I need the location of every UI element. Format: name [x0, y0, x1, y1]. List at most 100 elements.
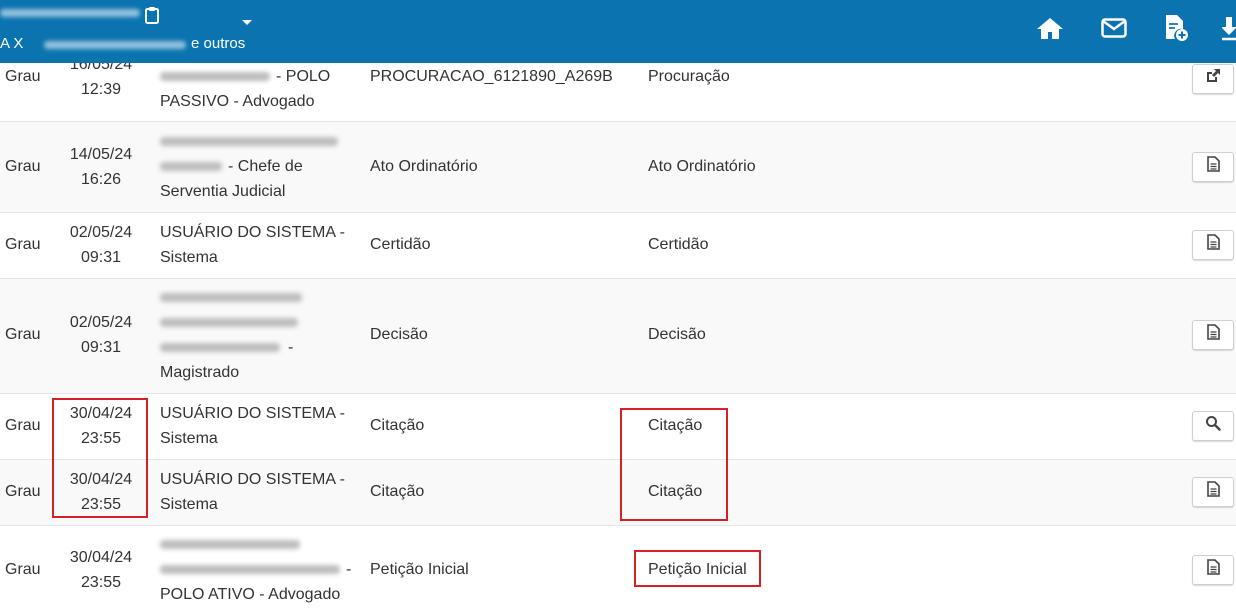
download-icon [1222, 16, 1236, 44]
redacted-name [160, 162, 222, 172]
top-header-bar: A X e outros [0, 0, 1236, 63]
external-link-icon [1205, 67, 1221, 92]
redacted-name [160, 318, 298, 328]
author-line: USUÁRIO DO SISTEMA - [160, 471, 345, 488]
author-cell: - Magistrado [160, 285, 365, 385]
time-text: 23:55 [80, 574, 122, 591]
date-cell: 02/05/24 09:31 [58, 310, 144, 360]
date-text: 02/05/24 [69, 314, 133, 331]
view-document-button[interactable] [1192, 555, 1234, 585]
grau-cell: Grau [5, 561, 41, 578]
type-cell: Citação [648, 417, 703, 434]
search-document-button[interactable] [1192, 411, 1234, 441]
author-line: Sistema [160, 430, 218, 447]
grau-cell: Grau [5, 326, 41, 343]
document-icon [1206, 558, 1220, 583]
author-line: - [346, 561, 352, 578]
time-text: 23:55 [80, 430, 122, 447]
document-link[interactable]: Citação [370, 413, 424, 438]
document-icon [1206, 155, 1220, 180]
date-text: 30/04/24 [69, 549, 133, 566]
author-cell: USUÁRIO DO SISTEMA - Sistema [160, 401, 365, 451]
caret-down-icon[interactable] [242, 20, 252, 25]
time-text: 23:55 [80, 496, 122, 513]
document-icon [1206, 323, 1220, 348]
view-document-button[interactable] [1192, 152, 1234, 182]
author-line: Sistema [160, 249, 218, 266]
view-document-button[interactable] [1192, 230, 1234, 260]
date-text: 02/05/24 [69, 224, 133, 241]
document-icon [1206, 480, 1220, 505]
author-line: POLO ATIVO - Advogado [160, 586, 341, 603]
new-document-button[interactable] [1162, 14, 1192, 47]
redacted-name [160, 343, 280, 353]
home-icon [1036, 16, 1064, 45]
table-row[interactable]: Grau 14/05/24 16:26 - Chefe de Serventia… [0, 122, 1236, 213]
table-row[interactable]: Grau 02/05/24 09:31 - Magistrado Decisão… [0, 279, 1236, 394]
author-cell: - Chefe de Serventia Judicial [160, 129, 365, 204]
date-cell: 14/05/24 16:26 [58, 142, 144, 192]
table-row[interactable]: Grau 02/05/24 09:31 USUÁRIO DO SISTEMA -… [0, 213, 1236, 279]
messages-button[interactable] [1099, 16, 1129, 44]
date-text: 30/04/24 [69, 471, 133, 488]
document-link[interactable]: Decisão [370, 322, 428, 347]
document-link[interactable]: Petição Inicial [370, 557, 469, 582]
clipboard-icon[interactable] [144, 6, 160, 24]
author-line: USUÁRIO DO SISTEMA - [160, 405, 345, 422]
redacted-process-number [0, 9, 140, 17]
date-cell: 30/04/24 23:55 [58, 545, 144, 595]
document-link[interactable]: Ato Ordinatório [370, 154, 478, 179]
redacted-name [160, 72, 270, 82]
home-button[interactable] [1035, 16, 1065, 44]
grau-cell: Grau [5, 417, 41, 434]
search-icon [1205, 414, 1221, 439]
author-cell: USUÁRIO DO SISTEMA - Sistema [160, 467, 365, 517]
author-line: Magistrado [160, 364, 240, 381]
download-button[interactable] [1222, 16, 1236, 44]
time-text: 09:31 [80, 339, 122, 356]
table-row[interactable]: Grau 30/04/24 23:55 USUÁRIO DO SISTEMA -… [0, 460, 1236, 526]
view-document-button[interactable] [1192, 320, 1234, 350]
date-cell: 30/04/24 23:55 [58, 467, 144, 517]
time-text: 16:26 [80, 171, 122, 188]
type-cell: Decisão [648, 326, 706, 343]
date-text: 30/04/24 [69, 405, 133, 422]
type-cell: Citação [648, 483, 703, 500]
table-row[interactable]: Grau 30/04/24 23:55 - POLO ATIVO - Advog… [0, 526, 1236, 616]
party-prefix: A X [0, 35, 24, 52]
view-document-button[interactable] [1192, 477, 1234, 507]
table-row[interactable]: Grau 30/04/24 23:55 USUÁRIO DO SISTEMA -… [0, 394, 1236, 460]
grau-cell: Grau [5, 158, 41, 175]
author-line: PASSIVO - Advogado [160, 93, 315, 110]
document-link[interactable]: Citação [370, 479, 424, 504]
author-cell: USUÁRIO DO SISTEMA - Sistema [160, 220, 365, 270]
new-document-icon [1164, 14, 1190, 47]
author-line: USUÁRIO DO SISTEMA - [160, 224, 345, 241]
author-line: Sistema [160, 496, 218, 513]
author-line: - POLO [276, 68, 331, 85]
envelope-icon [1101, 17, 1127, 43]
redacted-name [160, 565, 340, 575]
redacted-name [160, 137, 338, 147]
author-cell: - POLO PASSIVO - Advogado [160, 64, 365, 114]
time-text: 12:39 [80, 81, 122, 98]
grau-cell: Grau [5, 236, 41, 253]
type-cell: Ato Ordinatório [648, 158, 756, 175]
author-line: - Chefe de [228, 158, 303, 175]
date-cell: 02/05/24 09:31 [58, 220, 144, 270]
type-cell: Petição Inicial [648, 561, 747, 578]
redacted-party-name [44, 41, 186, 49]
time-text: 09:31 [80, 249, 122, 266]
grau-cell: Grau [5, 68, 41, 85]
type-cell: Certidão [648, 236, 709, 253]
document-icon [1206, 233, 1220, 258]
redacted-name [160, 293, 302, 303]
party-suffix: e outros [191, 35, 246, 52]
date-cell: 30/04/24 23:55 [58, 401, 144, 451]
document-link[interactable]: PROCURACAO_6121890_A269B [370, 64, 613, 89]
document-link[interactable]: Certidão [370, 232, 430, 257]
author-line: - [288, 339, 294, 356]
redacted-name [160, 540, 300, 550]
grau-cell: Grau [5, 483, 41, 500]
open-external-button[interactable] [1192, 64, 1234, 94]
